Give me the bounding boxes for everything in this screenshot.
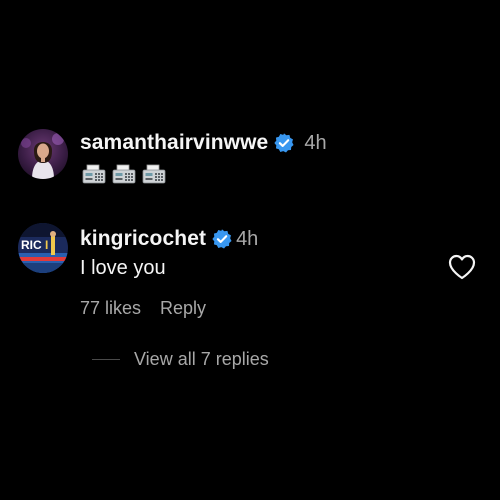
timestamp[interactable]: 4h [236, 228, 258, 251]
svg-text:RIC: RIC [21, 238, 42, 252]
comment-kingricochet: RIC I kingricochet 4h I love you 77 like… [18, 220, 482, 320]
reply-button[interactable]: Reply [160, 298, 206, 319]
view-replies-label[interactable]: View all 7 replies [134, 349, 269, 370]
avatar[interactable] [18, 129, 68, 179]
comment-header: kingricochet 4h [80, 227, 258, 251]
svg-text:I: I [45, 238, 48, 252]
fax-machine-icon [142, 164, 166, 184]
comment-header: samanthairvinwwe 4h [80, 131, 327, 155]
comment-emoji [82, 164, 166, 184]
fax-machine-icon [112, 164, 136, 184]
timestamp[interactable]: 4h [304, 132, 326, 155]
likes-count[interactable]: 77 likes [80, 298, 141, 319]
avatar[interactable]: RIC I [18, 223, 68, 273]
comment-text: I love you [80, 257, 166, 279]
verified-badge-icon [274, 133, 294, 153]
fax-machine-icon [82, 164, 106, 184]
username[interactable]: samanthairvinwwe [80, 131, 268, 155]
avatar-image [18, 129, 68, 179]
like-heart-icon[interactable] [448, 254, 476, 280]
avatar-image: RIC I [18, 223, 68, 273]
verified-badge-icon [212, 229, 232, 249]
view-replies-button[interactable]: View all 7 replies [92, 349, 269, 370]
username[interactable]: kingricochet [80, 227, 206, 251]
comment-actions: 77 likes Reply [80, 298, 206, 319]
replies-divider [92, 359, 120, 360]
comment-samanthairvinwwe: samanthairvinwwe 4h [18, 127, 482, 187]
